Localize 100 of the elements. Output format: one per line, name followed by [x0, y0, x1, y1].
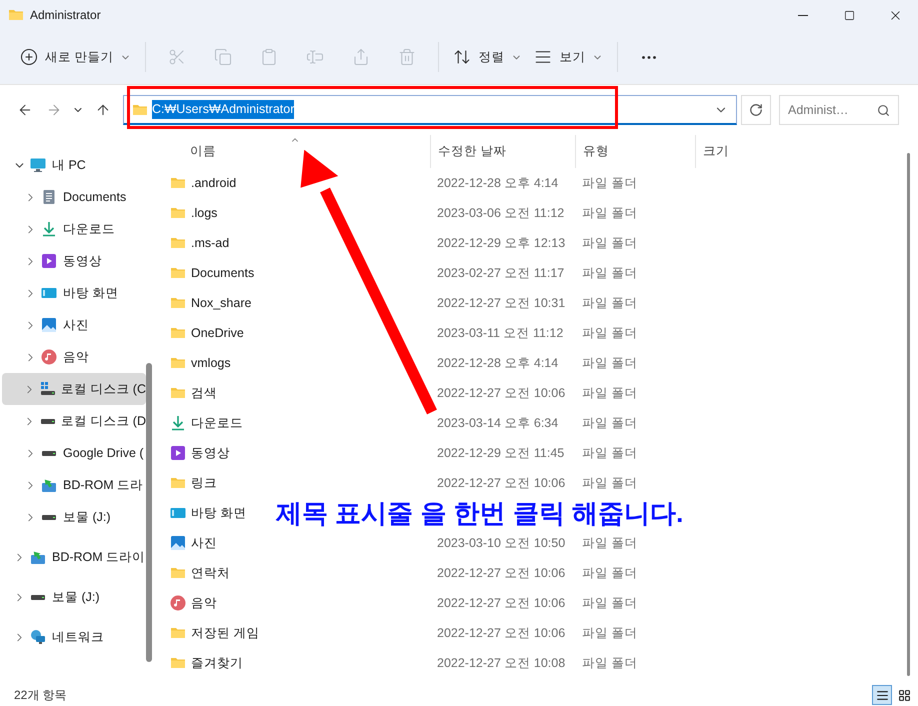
file-name[interactable]: vmlogs: [191, 354, 231, 372]
file-name[interactable]: 바탕 화면: [191, 504, 246, 522]
column-header[interactable]: 이름: [160, 135, 430, 168]
sidebar-item[interactable]: 바탕 화면: [2, 277, 146, 309]
sidebar-item[interactable]: 다운로드: [2, 213, 146, 245]
toolbar-button[interactable]: 정렬: [447, 40, 528, 74]
sidebar-item[interactable]: 로컬 디스크 (D: [2, 405, 146, 437]
modified-date: 2022-12-27 오전 10:31: [437, 296, 566, 310]
window-title: Administrator: [30, 7, 101, 24]
sidebar-item[interactable]: Google Drive (: [2, 437, 146, 469]
file-type: 파일 폴더: [582, 296, 638, 310]
modified-date: 2022-12-27 오전 10:08: [437, 656, 566, 670]
file-type: 파일 폴더: [582, 416, 638, 430]
sidebar-item[interactable]: BD-ROM 드라이: [2, 541, 146, 573]
file-type: 파일 폴더: [582, 656, 638, 670]
file-name[interactable]: .android: [191, 174, 236, 192]
sidebar-item[interactable]: 네트워크: [2, 621, 146, 653]
modified-date: 2022-12-27 오전 10:06: [437, 476, 566, 490]
sidebar-item[interactable]: BD-ROM 드라: [2, 469, 146, 501]
sidebar-item[interactable]: 보물 (J:): [2, 581, 146, 613]
file-name[interactable]: 음악: [191, 594, 217, 612]
address-bar[interactable]: C:₩Users₩Administrator: [123, 95, 737, 125]
modified-date: 2023-02-27 오전 11:17: [437, 266, 564, 280]
column-header[interactable]: 수정한 날짜: [430, 135, 575, 168]
folder-icon: [170, 355, 186, 371]
toolbar-button[interactable]: 새로 만들기: [14, 40, 138, 74]
file-type: 파일 폴더: [582, 566, 638, 580]
sidebar-item[interactable]: 로컬 디스크 (C: [2, 373, 146, 405]
maximize-icon: [844, 10, 854, 20]
file-type: 파일 폴더: [582, 596, 638, 610]
tiles-view-icon: [898, 688, 910, 702]
sidebar-item-label: 네트워크: [52, 628, 104, 646]
disc-drive-icon: [30, 549, 46, 565]
modified-date: 2023-03-11 오전 11:12: [437, 326, 564, 340]
sidebar-item-label: 내 PC: [52, 156, 86, 174]
scrollbar[interactable]: [907, 153, 910, 676]
folder-icon: [170, 475, 186, 491]
file-type: 파일 폴더: [582, 626, 638, 640]
disc-drive-icon: [41, 477, 57, 493]
modified-date: 2022-12-28 오후 4:14: [437, 356, 558, 370]
sidebar-item[interactable]: 보물 (J:): [2, 501, 146, 533]
file-name[interactable]: 저장된 게임: [191, 624, 260, 642]
file-name[interactable]: 즐겨찾기: [191, 654, 243, 672]
modified-date: 2022-12-27 오전 10:06: [437, 626, 566, 640]
sidebar-item-label: 로컬 디스크 (D: [60, 412, 146, 430]
plus-icon: [20, 48, 38, 66]
file-type: 파일 폴더: [582, 446, 638, 460]
folder-icon: [170, 205, 186, 221]
search-field[interactable]: Administ…: [779, 95, 899, 125]
file-name[interactable]: .ms-ad: [191, 234, 230, 252]
file-name[interactable]: 검색: [191, 384, 217, 402]
toolbar-button[interactable]: 보기: [528, 40, 610, 74]
column-header[interactable]: 크기: [695, 135, 775, 168]
file-type: 파일 폴더: [582, 476, 638, 490]
modified-date: 2023-03-10 오전 10:50: [437, 536, 566, 550]
document-icon: [41, 189, 57, 205]
file-type: 파일 폴더: [582, 266, 638, 280]
details-view-icon: [876, 688, 888, 702]
folder-icon: [170, 385, 186, 401]
folder-icon: [170, 265, 186, 281]
file-name[interactable]: 동영상: [191, 444, 230, 462]
sidebar-item-label: 바탕 화면: [63, 284, 118, 302]
file-name[interactable]: 다운로드: [191, 414, 243, 432]
scrollbar[interactable]: [146, 363, 152, 662]
sidebar-item-label: 보물 (J:): [52, 588, 100, 606]
sidebar-item-label: 다운로드: [63, 220, 115, 238]
sidebar-item-label: 사진: [63, 316, 89, 334]
annotation-caption: 제목 표시줄 을 한번 클릭 해줍니다.: [276, 497, 684, 530]
sidebar-item[interactable]: 음악: [2, 341, 146, 373]
lines-icon: [534, 48, 552, 66]
drive-icon: [40, 381, 56, 397]
folder-icon: [170, 295, 186, 311]
view-toggle[interactable]: [872, 685, 892, 705]
modified-date: 2022-12-27 오전 10:06: [437, 596, 566, 610]
modified-date: 2022-12-28 오후 4:14: [437, 176, 558, 190]
file-type: 파일 폴더: [582, 176, 638, 190]
file-type: 파일 폴더: [582, 236, 638, 250]
folder-icon: [170, 235, 186, 251]
sidebar-item[interactable]: 동영상: [2, 245, 146, 277]
share-icon: [352, 48, 370, 66]
sidebar-item-label: Google Drive (: [63, 444, 144, 462]
trash-icon: [398, 48, 416, 66]
file-name[interactable]: 연락처: [191, 564, 230, 582]
file-name[interactable]: .logs: [191, 204, 218, 222]
file-name[interactable]: 링크: [191, 474, 217, 492]
sidebar-item[interactable]: 내 PC: [2, 149, 146, 181]
file-name[interactable]: 사진: [191, 534, 217, 552]
file-name[interactable]: Documents: [191, 264, 254, 282]
sidebar-item[interactable]: 사진: [2, 309, 146, 341]
sidebar-item[interactable]: Documents: [2, 181, 146, 213]
network-icon: [30, 629, 46, 645]
modified-date: 2022-12-29 오전 11:45: [437, 446, 564, 460]
folder-icon: [170, 625, 186, 641]
clipboard-icon: [260, 48, 278, 66]
column-header[interactable]: 유형: [575, 135, 695, 168]
refresh-button[interactable]: [741, 95, 771, 125]
file-name[interactable]: OneDrive: [191, 324, 244, 342]
sidebar-item-label: BD-ROM 드라이: [52, 548, 146, 566]
file-name[interactable]: Nox_share: [191, 294, 252, 312]
minimize-icon: [798, 14, 808, 16]
